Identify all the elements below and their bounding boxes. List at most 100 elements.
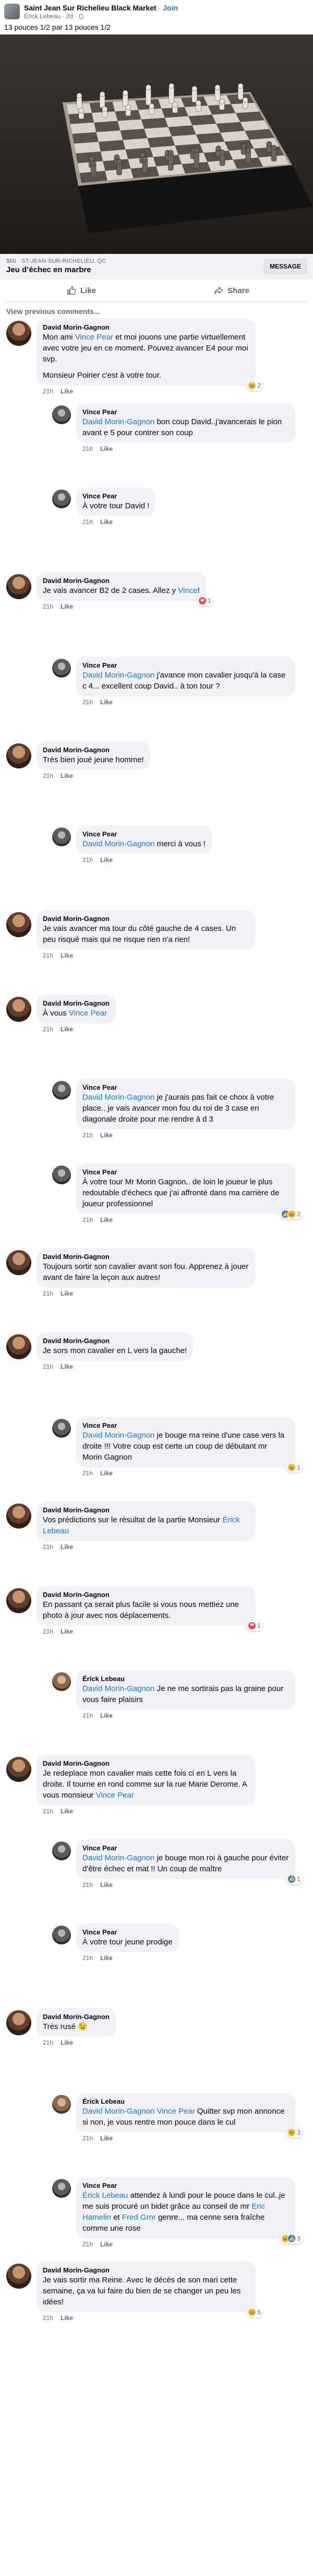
group-avatar[interactable] bbox=[4, 4, 20, 19]
mention-link[interactable]: David Morin-Gagnon bbox=[82, 417, 154, 426]
comment-author-link[interactable]: David Morin-Gagnon bbox=[43, 323, 249, 332]
comment-like-button[interactable]: Like bbox=[61, 952, 73, 959]
reaction-summary[interactable]: 👍 1 bbox=[286, 1873, 303, 1884]
reaction-summary[interactable]: 😆 2 bbox=[247, 380, 263, 391]
avatar[interactable] bbox=[6, 1756, 31, 1782]
comment-like-button[interactable]: Like bbox=[61, 1543, 73, 1551]
comment-author-link[interactable]: Vince Pear bbox=[82, 407, 289, 416]
reaction-summary[interactable]: ❤ 1 bbox=[197, 596, 213, 607]
avatar[interactable] bbox=[52, 1081, 71, 1100]
comment-like-button[interactable]: Like bbox=[61, 388, 73, 395]
mention-link[interactable]: David Morin-Gagnon bbox=[82, 1854, 154, 1862]
comment-time[interactable]: 21h bbox=[82, 2135, 93, 2142]
reaction-summary[interactable]: ❤ 1 bbox=[247, 1620, 263, 1631]
join-group-link[interactable]: Join bbox=[163, 4, 178, 12]
comment-like-button[interactable]: Like bbox=[61, 1363, 73, 1370]
comment-time[interactable]: 21h bbox=[82, 1132, 93, 1139]
mention-link[interactable]: David Morin-Gagnon bbox=[82, 671, 154, 680]
comment-time[interactable]: 21h bbox=[82, 698, 93, 706]
comment-like-button[interactable]: Like bbox=[61, 1808, 73, 1815]
avatar[interactable] bbox=[6, 1503, 31, 1529]
comment-time[interactable]: 21h bbox=[82, 2241, 93, 2248]
mention-link[interactable]: Vince Pear bbox=[69, 1009, 107, 1018]
comment-time[interactable]: 21h bbox=[82, 1470, 93, 1477]
reaction-summary[interactable]: 😆 👍 3 bbox=[280, 2233, 303, 2244]
comment-time[interactable]: 21h bbox=[82, 1881, 93, 1889]
comment-author-link[interactable]: David Morin-Gagnon bbox=[43, 576, 200, 585]
reaction-summary[interactable]: 😆 3 bbox=[286, 2127, 303, 2138]
comment-author-link[interactable]: Vince Pear bbox=[82, 1844, 289, 1852]
comment-like-button[interactable]: Like bbox=[100, 518, 113, 526]
comment-author-link[interactable]: Vince Pear bbox=[82, 1928, 173, 1937]
comment-time[interactable]: 21h bbox=[43, 1363, 53, 1370]
reaction-summary[interactable]: 😆 1 bbox=[286, 1462, 303, 1473]
mention-link[interactable]: Vince Pear bbox=[75, 333, 113, 342]
comment-like-button[interactable]: Like bbox=[100, 2241, 113, 2248]
comment-like-button[interactable]: Like bbox=[100, 2135, 113, 2142]
comment-like-button[interactable]: Like bbox=[100, 1881, 113, 1889]
avatar[interactable] bbox=[6, 1334, 31, 1360]
comment-author-link[interactable]: David Morin-Gagnon bbox=[43, 914, 249, 923]
avatar[interactable] bbox=[52, 1165, 71, 1185]
avatar[interactable] bbox=[6, 1588, 31, 1613]
message-seller-button[interactable]: MESSAGE bbox=[263, 259, 307, 274]
comment-author-link[interactable]: Érick Lebeau bbox=[82, 1674, 289, 1683]
avatar[interactable] bbox=[52, 2094, 71, 2114]
like-button[interactable]: Like bbox=[6, 279, 156, 301]
avatar[interactable] bbox=[6, 743, 31, 768]
comment-author-link[interactable]: Érick Lebeau bbox=[82, 2097, 289, 2106]
comment-time[interactable]: 21h bbox=[43, 772, 53, 779]
view-previous-comments-link[interactable]: View previous comments... bbox=[0, 302, 313, 319]
comment-author-link[interactable]: David Morin-Gagnon bbox=[43, 1506, 249, 1514]
post-author-link[interactable]: Érick Lebeau bbox=[24, 13, 61, 20]
comment-author-link[interactable]: Vince Pear bbox=[82, 1168, 289, 1176]
comment-author-link[interactable]: Vince Pear bbox=[82, 492, 149, 500]
comment-time[interactable]: 21h bbox=[82, 518, 93, 526]
avatar[interactable] bbox=[52, 1926, 71, 1945]
comment-author-link[interactable]: David Morin-Gagnon bbox=[43, 1759, 249, 1768]
comment-like-button[interactable]: Like bbox=[61, 2314, 73, 2322]
comment-author-link[interactable]: David Morin-Gagnon bbox=[43, 1252, 249, 1261]
comment-like-button[interactable]: Like bbox=[100, 856, 113, 864]
comment-time[interactable]: 21h bbox=[43, 2314, 53, 2322]
comment-time[interactable]: 21h bbox=[82, 1954, 93, 1962]
mention-link[interactable]: Érick Lebeau bbox=[82, 2191, 128, 2200]
reaction-summary[interactable]: 👍 😆 2 bbox=[280, 1209, 303, 1220]
mention-link[interactable]: Fred Grnr bbox=[122, 2213, 156, 2222]
comment-time[interactable]: 21h bbox=[43, 603, 53, 610]
avatar[interactable] bbox=[6, 574, 31, 600]
comment-author-link[interactable]: David Morin-Gagnon bbox=[43, 999, 110, 1008]
comment-time[interactable]: 21h bbox=[43, 388, 53, 395]
comment-time[interactable]: 21h bbox=[82, 1712, 93, 1719]
comment-like-button[interactable]: Like bbox=[61, 2039, 73, 2046]
comment-like-button[interactable]: Like bbox=[100, 1216, 113, 1223]
comment-time[interactable]: 21h bbox=[43, 1543, 53, 1551]
comment-time[interactable]: 21h bbox=[43, 1290, 53, 1297]
comment-like-button[interactable]: Like bbox=[100, 698, 113, 706]
comment-author-link[interactable]: David Morin-Gagnon bbox=[43, 1336, 187, 1345]
comment-like-button[interactable]: Like bbox=[100, 1712, 113, 1719]
avatar[interactable] bbox=[6, 2010, 31, 2036]
avatar[interactable] bbox=[6, 2264, 31, 2289]
comment-time[interactable]: 21h bbox=[43, 1808, 53, 1815]
mention-link[interactable]: David Morin-Gagnon bbox=[82, 840, 154, 848]
avatar[interactable] bbox=[6, 912, 31, 937]
comment-author-link[interactable]: Vince Pear bbox=[82, 1421, 289, 1430]
avatar[interactable] bbox=[52, 1841, 71, 1860]
comment-time[interactable]: 21h bbox=[43, 1628, 53, 1635]
mention-link[interactable]: David Morin-Gagnon bbox=[82, 2107, 154, 2116]
comment-like-button[interactable]: Like bbox=[100, 1132, 113, 1139]
comment-like-button[interactable]: Like bbox=[61, 1628, 73, 1635]
listing-title[interactable]: Jeu d’échec en marbre bbox=[6, 265, 106, 274]
comment-author-link[interactable]: David Morin-Gagnon bbox=[43, 1590, 249, 1599]
share-button[interactable]: Share bbox=[156, 279, 307, 301]
comment-time[interactable]: 21h bbox=[82, 856, 93, 864]
mention-link[interactable]: Vince Pear bbox=[96, 1791, 134, 1800]
comment-author-link[interactable]: Vince Pear bbox=[82, 2181, 289, 2190]
avatar[interactable] bbox=[52, 827, 71, 847]
post-time[interactable]: 2d bbox=[66, 13, 73, 20]
group-name-link[interactable]: Saint Jean Sur Richelieu Black Market bbox=[24, 4, 156, 12]
avatar[interactable] bbox=[52, 658, 71, 678]
comment-like-button[interactable]: Like bbox=[61, 772, 73, 779]
avatar[interactable] bbox=[6, 996, 31, 1022]
